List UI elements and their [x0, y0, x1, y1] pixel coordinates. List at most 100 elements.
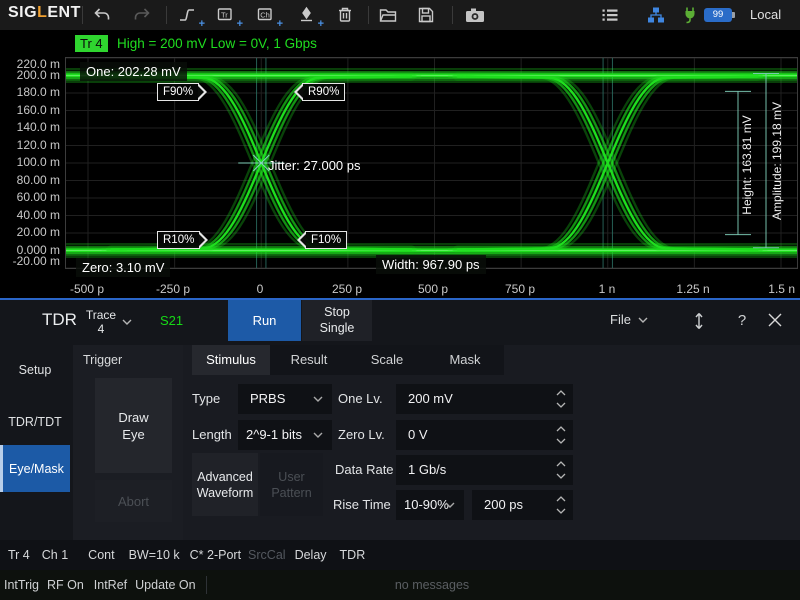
help-icon[interactable]: ?: [732, 311, 752, 331]
length-dropdown[interactable]: 2^9-1 bits: [238, 420, 332, 450]
menu-list-icon[interactable]: [600, 5, 622, 25]
power-plug-icon[interactable]: [680, 5, 702, 25]
rise-time-label: Rise Time: [333, 490, 391, 520]
data-rate-label: Data Rate: [335, 455, 394, 485]
marker-r90[interactable]: R90%: [302, 83, 345, 101]
y-tick: 180.0 m: [2, 85, 60, 99]
toolbar-divider: [452, 6, 453, 24]
message-text: no messages: [395, 570, 469, 600]
stimulus-panel: Stimulus Result Scale Mask Type PRBS Len…: [183, 345, 800, 542]
spinner-icon[interactable]: [556, 388, 566, 410]
status-bw[interactable]: BW=10 k: [129, 548, 180, 562]
chevron-down-icon: [313, 396, 323, 402]
add-channel-icon[interactable]: Ch+: [256, 5, 278, 25]
close-panel-icon[interactable]: [766, 311, 786, 331]
marker-r10-label: R10%: [163, 234, 194, 246]
run-button[interactable]: Run: [228, 300, 301, 341]
zero-level-input[interactable]: 0 V: [396, 420, 573, 450]
rise-time-input[interactable]: 200 ps: [472, 490, 573, 520]
status-int-trig: IntTrig: [4, 578, 39, 592]
status-channel[interactable]: Ch 1: [42, 548, 68, 562]
y-tick: 100.0 m: [2, 155, 60, 169]
sidebar-item-eye-mask[interactable]: Eye/Mask: [0, 445, 70, 492]
add-trace-icon[interactable]: Tr+: [216, 5, 238, 25]
network-icon[interactable]: [646, 5, 668, 25]
status-delay[interactable]: Delay: [295, 548, 327, 562]
screenshot-icon[interactable]: [464, 5, 486, 25]
data-rate-input[interactable]: 1 Gb/s: [396, 455, 573, 485]
add-stimulus-icon[interactable]: +: [178, 5, 200, 25]
tab-stimulus[interactable]: Stimulus: [192, 345, 270, 375]
delete-icon[interactable]: [335, 5, 357, 25]
toolbar-divider: [82, 6, 83, 24]
status-cont[interactable]: Cont: [88, 548, 114, 562]
message-bar: IntTrig RF On IntRef Update On no messag…: [0, 570, 800, 600]
y-tick: 120.0 m: [2, 138, 60, 152]
y-tick: 160.0 m: [2, 103, 60, 117]
y-tick: -20.00 m: [2, 254, 60, 268]
chevron-down-icon: [122, 319, 132, 325]
abort-button[interactable]: Abort: [95, 480, 172, 522]
rise-time-range-dropdown[interactable]: 10-90%: [396, 490, 464, 520]
x-tick: -250 p: [138, 282, 208, 296]
one-level-label: One Lv.: [338, 384, 383, 414]
undo-icon[interactable]: [92, 5, 114, 25]
user-pattern-button[interactable]: UserPattern: [260, 453, 323, 516]
trace-chip[interactable]: Tr 4: [75, 35, 108, 52]
advanced-waveform-button[interactable]: AdvancedWaveform: [192, 453, 258, 516]
status-trace[interactable]: Tr 4: [8, 548, 30, 562]
one-level-input[interactable]: 200 mV: [396, 384, 573, 414]
toolbar-divider: [166, 6, 167, 24]
status-int-ref: IntRef: [94, 578, 127, 592]
zero-level-label: Zero Lv.: [338, 420, 385, 450]
marker-f90[interactable]: F90%: [157, 83, 199, 101]
length-label: Length: [192, 420, 232, 450]
status-rf-on: RF On: [47, 578, 84, 592]
battery-indicator[interactable]: 99: [704, 8, 732, 22]
jitter-readout: Jitter: 27.000 ps: [268, 157, 361, 174]
save-icon[interactable]: [416, 5, 438, 25]
tab-scale[interactable]: Scale: [348, 345, 426, 375]
tab-result[interactable]: Result: [270, 345, 348, 375]
x-tick: 500 p: [398, 282, 468, 296]
y-tick: 80.00 m: [2, 173, 60, 187]
marker-r90-label: R90%: [308, 86, 339, 98]
draw-eye-button[interactable]: DrawEye: [95, 378, 172, 473]
y-tick: 200.0 m: [2, 68, 60, 82]
panel-title: TDR: [42, 310, 77, 330]
stop-single-button[interactable]: StopSingle: [302, 300, 372, 341]
chevron-down-icon: [313, 432, 323, 438]
marker-r10[interactable]: R10%: [157, 231, 200, 249]
add-marker-icon[interactable]: +: [297, 5, 319, 25]
x-tick: 250 p: [312, 282, 382, 296]
sidebar-item-tdr-tdt[interactable]: TDR/TDT: [0, 400, 70, 444]
spinner-icon[interactable]: [556, 494, 566, 516]
siglent-logo: SIGLENT: [8, 4, 81, 22]
status-tdr[interactable]: TDR: [340, 548, 366, 562]
eye-width-readout: Width: 967.90 ps: [376, 255, 486, 274]
sidebar-item-setup[interactable]: Setup: [0, 348, 70, 392]
marker-f10-label: F10%: [311, 234, 341, 246]
chevron-down-icon: [445, 502, 455, 508]
trace-selector-dropdown[interactable]: Trace4: [80, 304, 138, 340]
file-menu[interactable]: File: [610, 312, 648, 327]
type-dropdown[interactable]: PRBS: [238, 384, 332, 414]
spinner-icon[interactable]: [556, 459, 566, 481]
y-tick: 60.00 m: [2, 190, 60, 204]
redo-icon[interactable]: [132, 5, 154, 25]
svg-text:Ch: Ch: [260, 11, 270, 20]
open-file-icon[interactable]: [378, 5, 400, 25]
tab-mask[interactable]: Mask: [426, 345, 504, 375]
spinner-icon[interactable]: [556, 424, 566, 446]
x-tick: -500 p: [52, 282, 122, 296]
status-cal[interactable]: C* 2-Port: [190, 548, 241, 562]
x-tick: 1.25 n: [658, 282, 728, 296]
instrument-screen: SIGLENT + Tr+ Ch+ +: [0, 0, 800, 600]
marker-f10[interactable]: F10%: [305, 231, 347, 249]
one-level-readout: One: 202.28 mV: [80, 62, 187, 81]
local-mode-label[interactable]: Local: [750, 7, 781, 22]
x-tick: 750 p: [485, 282, 555, 296]
resize-panel-icon[interactable]: [691, 311, 711, 331]
toolbar-divider: [368, 6, 369, 24]
top-toolbar: SIGLENT + Tr+ Ch+ +: [0, 0, 800, 30]
